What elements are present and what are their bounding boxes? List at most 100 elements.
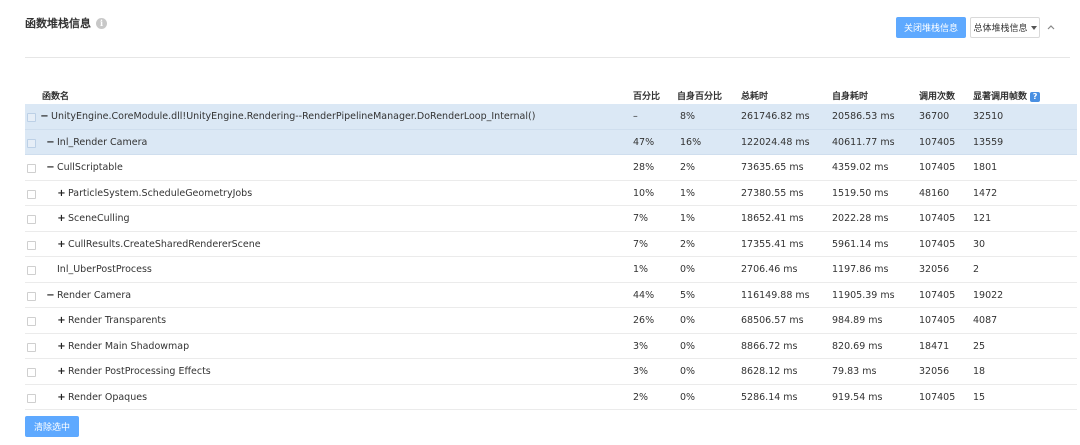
calls-cell: 107405 bbox=[919, 289, 956, 301]
total-time-cell: 261746.82 ms bbox=[741, 111, 810, 122]
row-checkbox[interactable] bbox=[27, 189, 36, 199]
row-checkbox[interactable] bbox=[27, 240, 36, 250]
self-percent-cell: 0% bbox=[680, 315, 696, 326]
expand-icon[interactable]: + bbox=[57, 315, 66, 326]
function-name: Inl_UberPostProcess bbox=[57, 264, 152, 275]
table-row[interactable]: − CullScriptable 28% 2% 73635.65 ms 4359.02 m… bbox=[25, 155, 1077, 181]
table-row[interactable]: Inl_UberPostProcess 1% 0% 2706.46 ms 1197.86… bbox=[25, 257, 1077, 283]
row-checkbox[interactable] bbox=[27, 266, 36, 275]
table-row[interactable]: + Render Main Shadowmap 3% 0% 8866.72 ms 820.… bbox=[25, 334, 1077, 359]
function-name-cell: + ParticleSystem.ScheduleGeometryJobs bbox=[57, 188, 252, 199]
self-percent-cell: 2% bbox=[680, 238, 696, 250]
total-time-cell: 5286.14 ms bbox=[741, 391, 798, 403]
function-name-cell: + CullResults.CreateSharedRendererScene bbox=[57, 239, 260, 250]
col-header-self-time[interactable]: 自身耗时 bbox=[832, 89, 868, 102]
significant-frames-cell: 1801 bbox=[973, 162, 998, 173]
table-row[interactable]: − UnityEngine.CoreModule.dll!UnityEngine.… bbox=[25, 104, 1077, 130]
function-name: CullScriptable bbox=[57, 162, 123, 173]
percent-cell: 44% bbox=[633, 289, 655, 301]
row-checkbox[interactable] bbox=[27, 113, 36, 122]
self-time-cell: 2022.28 ms bbox=[832, 213, 889, 224]
function-name: Render PostProcessing Effects bbox=[68, 366, 211, 377]
collapse-icon[interactable]: − bbox=[46, 137, 55, 148]
calls-cell: 32056 bbox=[919, 366, 950, 377]
col-header-calls[interactable]: 调用次数 bbox=[919, 89, 955, 102]
function-name-cell: − UnityEngine.CoreModule.dll!UnityEngine.… bbox=[40, 111, 535, 122]
table-header: 函数名 百分比 自身百分比 总耗时 自身耗时 调用次数 显著调用帧数? bbox=[25, 85, 1077, 105]
percent-cell: 10% bbox=[633, 187, 655, 199]
overall-stack-dropdown[interactable]: 总体堆栈信息 bbox=[970, 17, 1040, 38]
table-row[interactable]: − Render Camera 44% 5% 116149.88 ms 11905.39 … bbox=[25, 283, 1077, 308]
percent-cell: 2% bbox=[633, 391, 649, 403]
col-header-percent[interactable]: 百分比 bbox=[633, 89, 660, 102]
significant-frames-cell: 32510 bbox=[973, 111, 1004, 122]
self-time-cell: 1519.50 ms bbox=[832, 187, 889, 199]
table-row[interactable]: + ParticleSystem.ScheduleGeometryJobs 10% 1… bbox=[25, 181, 1077, 206]
expand-icon[interactable]: + bbox=[57, 366, 66, 377]
significant-frames-cell: 19022 bbox=[973, 289, 1004, 301]
function-name: Render Camera bbox=[57, 289, 132, 301]
total-time-cell: 122024.48 ms bbox=[741, 136, 810, 148]
total-time-cell: 17355.41 ms bbox=[741, 238, 804, 250]
expand-icon[interactable]: + bbox=[57, 188, 66, 199]
row-checkbox[interactable] bbox=[27, 368, 36, 377]
self-time-cell: 11905.39 ms bbox=[832, 289, 895, 301]
self-time-cell: 5961.14 ms bbox=[832, 238, 889, 250]
percent-cell: 7% bbox=[633, 238, 649, 250]
significant-frames-cell: 2 bbox=[973, 264, 980, 275]
row-checkbox[interactable] bbox=[27, 215, 36, 224]
table-row[interactable]: + Render Opaques 2% 0% 5286.14 ms 919.54 ms 10… bbox=[25, 385, 1077, 410]
self-time-cell: 4359.02 ms bbox=[832, 162, 889, 173]
collapse-icon[interactable]: − bbox=[40, 111, 49, 122]
clear-selection-button[interactable]: 清除选中 bbox=[25, 416, 79, 437]
function-name-cell: Inl_UberPostProcess bbox=[57, 264, 152, 275]
self-time-cell: 40611.77 ms bbox=[832, 136, 895, 148]
percent-cell: 47% bbox=[633, 136, 655, 148]
total-time-cell: 2706.46 ms bbox=[741, 264, 798, 275]
calls-cell: 107405 bbox=[919, 136, 956, 148]
row-checkbox[interactable] bbox=[27, 138, 36, 148]
table-row[interactable]: + CullResults.CreateSharedRendererScene 7%… bbox=[25, 232, 1077, 257]
calls-cell: 107405 bbox=[919, 315, 956, 326]
table-row[interactable]: + Render Transparents 26% 0% 68506.57 ms 984.… bbox=[25, 308, 1077, 334]
info-icon[interactable]: i bbox=[96, 17, 107, 29]
total-time-cell: 116149.88 ms bbox=[741, 289, 810, 301]
row-checkbox[interactable] bbox=[27, 291, 36, 301]
col-header-significant-frames[interactable]: 显著调用帧数? bbox=[973, 89, 1041, 102]
row-checkbox[interactable] bbox=[27, 317, 36, 326]
expand-icon[interactable]: + bbox=[57, 239, 66, 250]
self-time-cell: 820.69 ms bbox=[832, 340, 883, 352]
row-checkbox[interactable] bbox=[27, 164, 36, 173]
caret-down-icon bbox=[1030, 25, 1037, 30]
percent-cell: 7% bbox=[633, 213, 649, 224]
self-percent-cell: 1% bbox=[680, 213, 696, 224]
table-row[interactable]: + SceneCulling 7% 1% 18652.41 ms 2022.28 ms 10… bbox=[25, 206, 1077, 232]
significant-frames-cell: 4087 bbox=[973, 315, 998, 326]
function-name: Render Transparents bbox=[68, 315, 167, 326]
table-row[interactable]: + Render PostProcessing Effects 3% 0% 8628.1… bbox=[25, 359, 1077, 385]
collapse-icon[interactable]: − bbox=[46, 162, 55, 173]
chevron-up-icon[interactable] bbox=[1046, 22, 1056, 32]
collapse-icon[interactable]: − bbox=[46, 290, 55, 301]
significant-frames-cell: 1472 bbox=[973, 187, 998, 199]
total-time-cell: 18652.41 ms bbox=[741, 213, 804, 224]
table-row[interactable]: − Inl_Render Camera 47% 16% 122024.48 ms 4061… bbox=[25, 129, 1077, 155]
self-percent-cell: 8% bbox=[680, 111, 696, 122]
function-name: UnityEngine.CoreModule.dll!UnityEngine.R… bbox=[51, 111, 536, 122]
calls-cell: 107405 bbox=[919, 213, 956, 224]
self-time-cell: 919.54 ms bbox=[832, 391, 883, 403]
help-icon[interactable]: ? bbox=[1030, 91, 1041, 102]
col-header-self-percent[interactable]: 自身百分比 bbox=[677, 89, 722, 102]
self-percent-cell: 0% bbox=[680, 340, 696, 352]
col-header-name[interactable]: 函数名 bbox=[42, 89, 69, 102]
significant-frames-cell: 25 bbox=[973, 340, 986, 352]
expand-icon[interactable]: + bbox=[57, 213, 66, 224]
stack-table-body: − UnityEngine.CoreModule.dll!UnityEngine.… bbox=[25, 104, 1077, 410]
close-stack-button[interactable]: 关闭堆栈信息 bbox=[896, 17, 966, 38]
col-header-total-time[interactable]: 总耗时 bbox=[741, 89, 768, 102]
expand-icon[interactable]: + bbox=[57, 341, 66, 352]
expand-icon[interactable]: + bbox=[57, 392, 66, 403]
row-checkbox[interactable] bbox=[27, 393, 36, 403]
function-name: SceneCulling bbox=[68, 213, 130, 224]
row-checkbox[interactable] bbox=[27, 342, 36, 352]
